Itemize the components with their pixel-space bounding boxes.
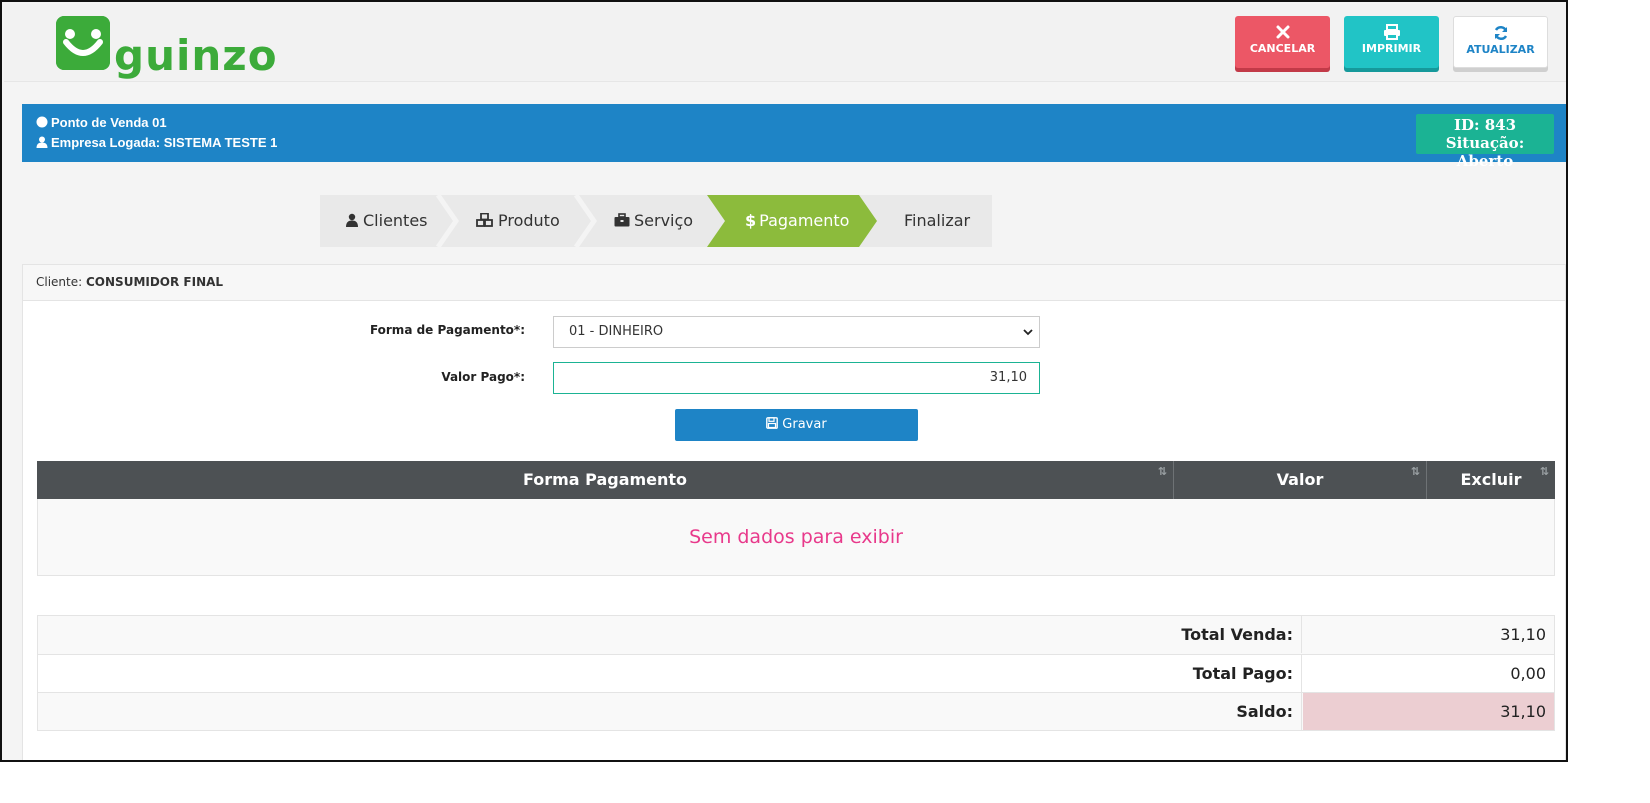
update-button-label: ATUALIZAR	[1466, 43, 1535, 56]
chevron-down-icon	[1023, 329, 1033, 336]
column-label: Forma Pagamento	[522, 470, 688, 489]
saldo-row: Saldo: 31,10	[38, 692, 1554, 730]
smile-logo-icon	[56, 16, 110, 70]
sort-icon: ⇅	[1157, 465, 1167, 478]
pos-name: Ponto de Venda 01	[51, 115, 167, 130]
column-label: Valor	[1276, 470, 1324, 489]
totals-table: Total Venda: 31,10 Total Pago: 0,00 Sald…	[37, 615, 1555, 731]
column-forma-pagamento[interactable]: Forma Pagamento ⇅	[37, 461, 1174, 499]
payment-panel: Cliente: CONSUMIDOR FINAL Forma de Pagam…	[22, 264, 1566, 760]
step-label: Pagamento	[759, 211, 850, 230]
payment-method-select[interactable]: 01 - DINHEIRO	[553, 316, 1040, 348]
wizard-steps: Clientes Produto Serviço $ Pagamento Fina…	[320, 195, 992, 247]
step-label: Serviço	[634, 211, 694, 230]
pos-info: Ponto de Venda 01	[36, 115, 167, 130]
company-name: Empresa Logada: SISTEMA TESTE 1	[51, 135, 278, 150]
save-button-label: Gravar	[782, 417, 827, 432]
briefcase-icon	[614, 213, 630, 227]
step-pagamento[interactable]: $ Pagamento	[725, 195, 877, 247]
total-label: Total Pago:	[38, 655, 1302, 692]
client-prefix: Cliente:	[36, 275, 83, 289]
saldo-value: 31,10	[1303, 693, 1554, 730]
print-button-label: IMPRIMIR	[1361, 42, 1422, 55]
close-icon	[1276, 25, 1289, 39]
cancel-button[interactable]: CANCELAR	[1235, 16, 1330, 68]
step-produto[interactable]: Produto	[438, 195, 576, 247]
payments-table: Forma Pagamento ⇅ Valor ⇅ Excluir ⇅ Sem …	[37, 461, 1555, 576]
sale-id: ID: 843	[1453, 116, 1517, 134]
print-button[interactable]: IMPRIMIR	[1344, 16, 1439, 68]
sale-id-badge: ID: 843 Situação: Aberto	[1416, 114, 1554, 170]
step-label: Clientes	[363, 211, 428, 230]
client-header: Cliente: CONSUMIDOR FINAL	[23, 265, 1565, 301]
step-finalizar[interactable]: Finalizar	[877, 195, 992, 247]
total-label: Saldo:	[38, 693, 1302, 730]
update-button[interactable]: ATUALIZAR	[1453, 16, 1548, 68]
circle-icon	[36, 116, 48, 128]
client-name: CONSUMIDOR FINAL	[86, 275, 224, 289]
step-label: Produto	[498, 211, 560, 230]
total-venda-row: Total Venda: 31,10	[38, 616, 1554, 654]
company-info: Empresa Logada: SISTEMA TESTE 1	[36, 135, 277, 150]
step-servico[interactable]: Serviço	[576, 195, 707, 247]
amount-input[interactable]: 31,10	[553, 362, 1040, 394]
cancel-button-label: CANCELAR	[1249, 42, 1316, 55]
top-header: guinzo CANCELAR IMPRIMIR ATUALIZAR	[4, 4, 1566, 82]
brand-name: guinzo	[114, 31, 278, 80]
payment-method-label: Forma de Pagamento*:	[369, 323, 525, 337]
printer-icon	[1383, 24, 1400, 40]
amount-label: Valor Pago*:	[441, 370, 525, 384]
sort-icon: ⇅	[1410, 465, 1420, 478]
empty-table-message: Sem dados para exibir	[37, 499, 1555, 576]
dollar-icon: $	[745, 211, 757, 230]
app-window: guinzo CANCELAR IMPRIMIR ATUALIZAR Ponto…	[0, 0, 1568, 762]
user-icon	[36, 136, 48, 148]
total-label: Total Venda:	[38, 616, 1302, 653]
user-icon	[346, 213, 358, 227]
step-label: Finalizar	[904, 211, 971, 230]
column-excluir[interactable]: Excluir ⇅	[1427, 461, 1555, 499]
column-label: Excluir	[1460, 470, 1522, 489]
column-valor[interactable]: Valor ⇅	[1174, 461, 1427, 499]
floppy-disk-icon	[766, 417, 779, 429]
cubes-icon	[476, 213, 493, 227]
total-pago-row: Total Pago: 0,00	[38, 654, 1554, 692]
refresh-icon	[1494, 25, 1507, 41]
payment-method-value: 01 - DINHEIRO	[569, 324, 664, 339]
total-value: 31,10	[1500, 625, 1546, 644]
save-button[interactable]: Gravar	[675, 409, 918, 441]
sale-status: Situação: Aberto	[1445, 134, 1525, 170]
sort-icon: ⇅	[1539, 465, 1549, 478]
payments-table-header: Forma Pagamento ⇅ Valor ⇅ Excluir ⇅	[37, 461, 1555, 499]
session-bar: Ponto de Venda 01 Empresa Logada: SISTEM…	[22, 104, 1566, 170]
total-value: 0,00	[1510, 664, 1546, 683]
step-clientes[interactable]: Clientes	[320, 195, 438, 247]
